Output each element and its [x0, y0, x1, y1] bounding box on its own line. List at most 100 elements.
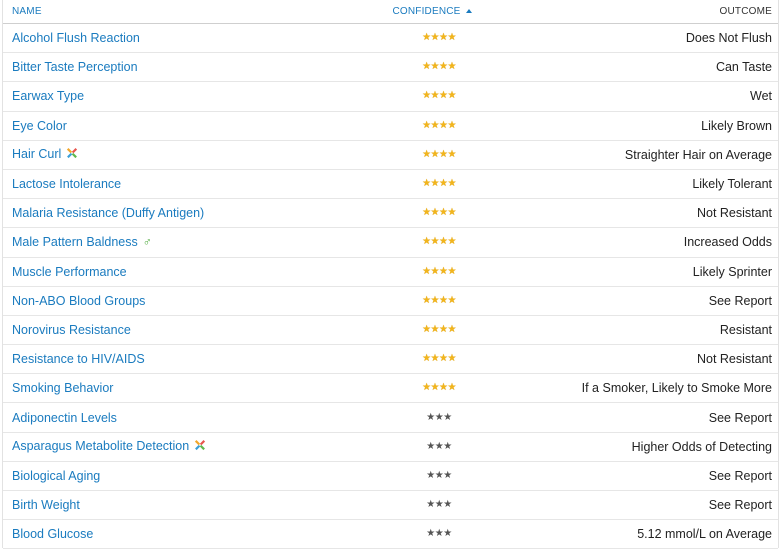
multi-gene-icon [66, 147, 78, 162]
confidence-stars: ★★★★ [422, 236, 456, 248]
confidence-stars: ★★★★ [422, 32, 456, 44]
trait-name-cell: Non-ABO Blood Groups [3, 294, 383, 308]
confidence-stars: ★★★ [426, 440, 452, 452]
outcome-column-header: OUTCOME [493, 6, 778, 17]
table-row[interactable]: Male Pattern Baldness ♂ ★★★★ Increased Odds [3, 228, 778, 258]
trait-link[interactable]: Biological Aging [12, 469, 100, 483]
trait-name-cell: Lactose Intolerance [3, 177, 383, 191]
confidence-header-label: CONFIDENCE [392, 6, 461, 17]
table-row[interactable]: Smoking Behavior ★★★★ If a Smoker, Likely … [3, 374, 778, 404]
outcome-cell: Wet [750, 89, 772, 104]
trait-link[interactable]: Alcohol Flush Reaction [12, 31, 140, 45]
table-row[interactable]: Birth Weight ★★★ See Report [3, 491, 778, 521]
trait-name-cell: Muscle Performance [3, 265, 383, 279]
table-row[interactable]: Adiponectin Levels ★★★ See Report [3, 403, 778, 433]
confidence-stars: ★★★★ [422, 382, 456, 394]
traits-table: NAME CONFIDENCE OUTCOME Alcohol Flush Re… [2, 0, 779, 549]
confidence-stars: ★★★★ [422, 178, 456, 190]
trait-link[interactable]: Eye Color [12, 119, 67, 133]
male-icon: ♂ [142, 235, 152, 250]
outcome-cell: See Report [708, 410, 772, 425]
table-row[interactable]: Hair Curl ★★★★ Straighter Hair on Average [3, 141, 778, 170]
outcome-cell: 5.12 mmol/L on Average [637, 527, 772, 542]
table-row[interactable]: Lactose Intolerance ★★★★ Likely Tolerant [3, 170, 778, 200]
trait-link[interactable]: Malaria Resistance (Duffy Antigen) [12, 206, 204, 220]
trait-link[interactable]: Male Pattern Baldness [12, 235, 138, 249]
confidence-stars: ★★★★ [422, 90, 456, 102]
trait-name-cell: Malaria Resistance (Duffy Antigen) [3, 206, 383, 220]
trait-link[interactable]: Norovirus Resistance [12, 323, 131, 337]
outcome-cell: Likely Tolerant [692, 177, 772, 192]
table-row[interactable]: Muscle Performance ★★★★ Likely Sprinter [3, 258, 778, 287]
table-row[interactable]: Blood Glucose ★★★ 5.12 mmol/L on Average [3, 520, 778, 549]
name-header-label: NAME [12, 6, 42, 17]
outcome-cell: See Report [708, 498, 772, 513]
trait-name-cell: Earwax Type [3, 89, 383, 103]
trait-link[interactable]: Lactose Intolerance [12, 177, 121, 191]
trait-link[interactable]: Asparagus Metabolite Detection [12, 439, 189, 453]
confidence-column-header[interactable]: CONFIDENCE [377, 6, 487, 17]
sort-ascending-icon [465, 9, 472, 13]
table-row[interactable]: Eye Color ★★★★ Likely Brown [3, 112, 778, 141]
trait-link[interactable]: Bitter Taste Perception [12, 60, 138, 74]
trait-link[interactable]: Earwax Type [12, 89, 84, 103]
outcome-cell: Likely Sprinter [692, 264, 772, 279]
outcome-cell: See Report [708, 468, 772, 483]
outcome-cell: See Report [708, 293, 772, 308]
confidence-stars: ★★★★ [422, 265, 456, 277]
outcome-header-label: OUTCOME [719, 6, 772, 17]
table-row[interactable]: Non-ABO Blood Groups ★★★★ See Report [3, 287, 778, 316]
trait-name-cell: Asparagus Metabolite Detection [3, 439, 383, 454]
table-row[interactable]: Norovirus Resistance ★★★★ Resistant [3, 316, 778, 346]
trait-name-cell: Blood Glucose [3, 527, 383, 541]
confidence-stars: ★★★★ [422, 323, 456, 335]
trait-link[interactable]: Smoking Behavior [12, 381, 113, 395]
trait-name-cell: Adiponectin Levels [3, 411, 383, 425]
confidence-stars: ★★★★ [422, 61, 456, 73]
confidence-stars: ★★★★ [422, 119, 456, 131]
outcome-cell: Resistant [719, 322, 772, 337]
trait-link[interactable]: Muscle Performance [12, 265, 127, 279]
table-row[interactable]: Malaria Resistance (Duffy Antigen) ★★★★ No… [3, 199, 778, 229]
trait-link[interactable]: Non-ABO Blood Groups [12, 294, 145, 308]
outcome-cell: If a Smoker, Likely to Smoke More [581, 381, 772, 396]
confidence-stars: ★★★★ [422, 148, 456, 160]
trait-name-cell: Smoking Behavior [3, 381, 383, 395]
trait-name-cell: Norovirus Resistance [3, 323, 383, 337]
confidence-stars: ★★★★ [422, 294, 456, 306]
trait-name-cell: Hair Curl [3, 147, 383, 162]
trait-link[interactable]: Resistance to HIV/AIDS [12, 352, 145, 366]
trait-name-cell: Birth Weight [3, 498, 383, 512]
trait-name-cell: Alcohol Flush Reaction [3, 31, 383, 45]
confidence-stars: ★★★ [426, 528, 452, 540]
outcome-cell: Higher Odds of Detecting [631, 439, 772, 454]
trait-link[interactable]: Adiponectin Levels [12, 411, 117, 425]
confidence-stars: ★★★ [426, 499, 452, 511]
trait-name-cell: Male Pattern Baldness ♂ [3, 235, 383, 249]
confidence-stars: ★★★ [426, 411, 452, 423]
table-row[interactable]: Bitter Taste Perception ★★★★ Can Taste [3, 53, 778, 83]
trait-link[interactable]: Hair Curl [12, 147, 61, 161]
table-row[interactable]: Asparagus Metabolite Detection ★★★ Higher … [3, 433, 778, 462]
outcome-cell: Does Not Flush [685, 31, 772, 46]
trait-name-cell: Biological Aging [3, 469, 383, 483]
trait-link[interactable]: Blood Glucose [12, 527, 93, 541]
table-body: Alcohol Flush Reaction ★★★★ Does Not Flush… [3, 24, 778, 549]
multi-gene-icon [194, 439, 206, 454]
outcome-cell: Straighter Hair on Average [624, 147, 772, 162]
trait-name-cell: Eye Color [3, 119, 383, 133]
table-row[interactable]: Biological Aging ★★★ See Report [3, 462, 778, 491]
outcome-cell: Can Taste [715, 60, 772, 75]
outcome-cell: Increased Odds [683, 235, 772, 250]
confidence-stars: ★★★ [426, 469, 452, 481]
table-header: NAME CONFIDENCE OUTCOME [3, 0, 778, 24]
trait-link[interactable]: Birth Weight [12, 498, 80, 512]
outcome-cell: Likely Brown [701, 118, 772, 133]
table-row[interactable]: Earwax Type ★★★★ Wet [3, 82, 778, 112]
outcome-cell: Not Resistant [696, 206, 772, 221]
table-row[interactable]: Alcohol Flush Reaction ★★★★ Does Not Flush [3, 24, 778, 54]
table-row[interactable]: Resistance to HIV/AIDS ★★★★ Not Resistant [3, 345, 778, 375]
name-column-header[interactable]: NAME [3, 6, 383, 17]
confidence-stars: ★★★★ [422, 207, 456, 219]
outcome-cell: Not Resistant [696, 352, 772, 367]
